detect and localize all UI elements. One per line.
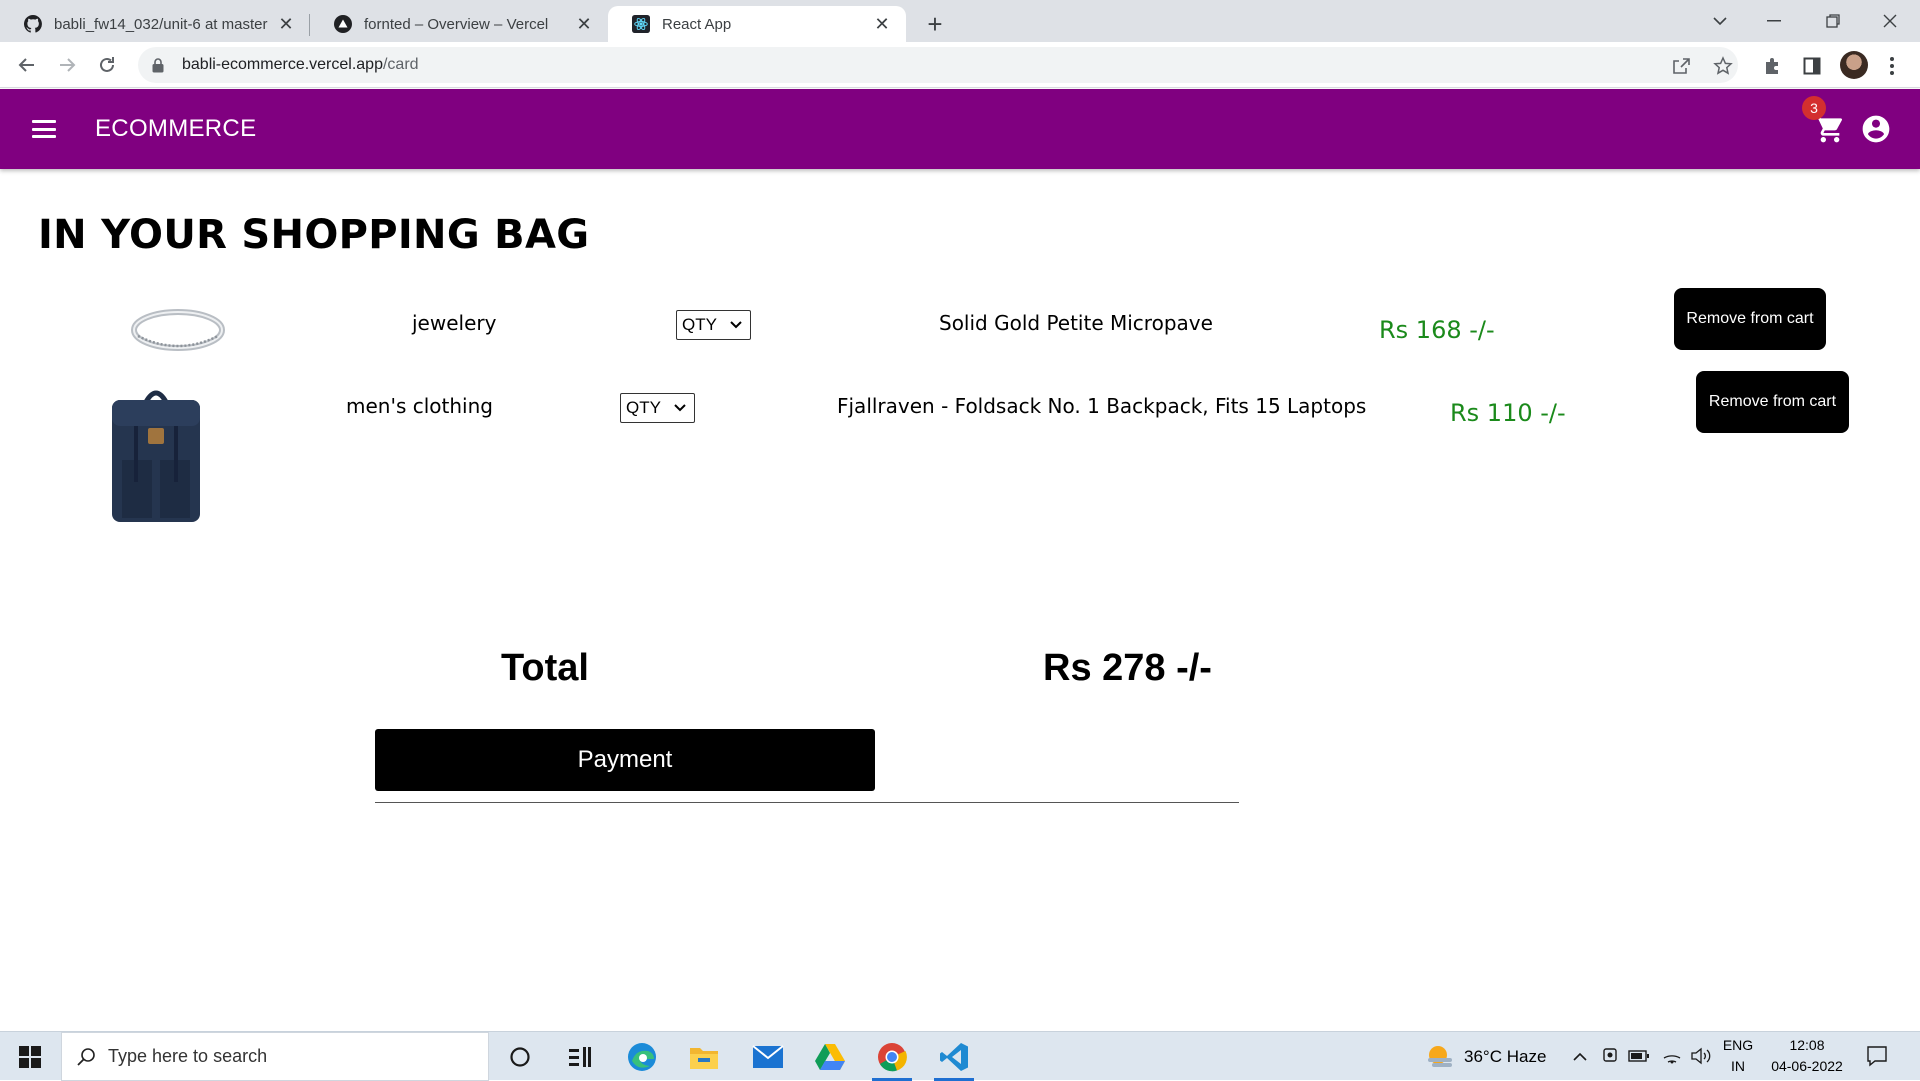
remove-from-cart-button[interactable]: Remove from cart xyxy=(1696,371,1849,433)
search-placeholder: Type here to search xyxy=(108,1046,268,1066)
close-icon[interactable]: ✕ xyxy=(872,14,892,34)
menu-icon[interactable] xyxy=(30,116,58,142)
taskbar-search-input[interactable]: Type here to search xyxy=(61,1032,489,1081)
item-name: Solid Gold Petite Micropave xyxy=(939,311,1213,335)
new-tab-button[interactable]: + xyxy=(920,9,950,39)
item-name: Fjallraven - Foldsack No. 1 Backpack, Fi… xyxy=(837,394,1367,418)
close-window-button[interactable] xyxy=(1862,0,1918,42)
total-value: Rs 278 -/- xyxy=(1043,647,1212,689)
brand-title: ECOMMERCE xyxy=(95,115,257,142)
page-title: IN YOUR SHOPPING BAG xyxy=(38,212,590,258)
qty-select[interactable]: QTY xyxy=(676,310,751,340)
back-button[interactable] xyxy=(12,50,42,80)
remove-from-cart-button[interactable]: Remove from cart xyxy=(1674,288,1826,350)
weather-icon[interactable] xyxy=(1426,1043,1454,1069)
clock-time[interactable]: 12:08 xyxy=(1766,1037,1848,1053)
notifications-icon[interactable] xyxy=(1866,1045,1890,1067)
address-bar[interactable]: babli-ecommerce.vercel.app/card xyxy=(138,47,1738,83)
browser-tab-strip: babli_fw14_032/unit-6 at master ✕ fornte… xyxy=(0,0,1920,42)
more-vert-icon[interactable] xyxy=(1880,54,1904,78)
qty-select-label: QTY xyxy=(682,315,717,334)
item-price: Rs 110 -/- xyxy=(1450,399,1566,427)
ring-image xyxy=(128,300,228,360)
profile-avatar[interactable] xyxy=(1840,51,1868,79)
forward-button[interactable] xyxy=(52,50,82,80)
file-explorer-icon[interactable] xyxy=(674,1032,734,1081)
cart-count-badge: 3 xyxy=(1802,96,1826,120)
github-icon xyxy=(24,15,42,33)
volume-icon[interactable] xyxy=(1690,1046,1712,1066)
item-category: jewelery xyxy=(412,311,497,335)
tab-title: React App xyxy=(662,15,732,33)
chrome-icon[interactable] xyxy=(862,1032,922,1081)
language-top[interactable]: ENG xyxy=(1722,1037,1754,1053)
reload-button[interactable] xyxy=(92,50,122,80)
close-icon[interactable]: ✕ xyxy=(574,14,594,34)
browser-toolbar: babli-ecommerce.vercel.app/card xyxy=(0,42,1920,88)
clock-date[interactable]: 04-06-2022 xyxy=(1766,1058,1848,1074)
chevron-down-icon xyxy=(730,321,742,329)
url-text: babli-ecommerce.vercel.app/card xyxy=(182,56,419,74)
vercel-icon xyxy=(334,15,352,33)
url-path: /card xyxy=(382,56,419,73)
side-panel-icon[interactable] xyxy=(1800,54,1824,78)
extensions-puzzle-icon[interactable] xyxy=(1760,54,1784,78)
backpack-image xyxy=(108,386,204,526)
bookmark-star-icon[interactable] xyxy=(1712,55,1734,77)
qty-select[interactable]: QTY xyxy=(620,393,695,423)
cortana-icon[interactable] xyxy=(490,1032,550,1081)
account-circle-icon[interactable] xyxy=(1860,113,1892,145)
tab-title: fornted – Overview – Vercel xyxy=(364,15,549,33)
qty-select-label: QTY xyxy=(626,398,661,417)
lock-icon xyxy=(152,57,168,73)
meet-now-icon[interactable] xyxy=(1602,1047,1618,1065)
weather-text[interactable]: 36°C Haze xyxy=(1464,1047,1546,1067)
edge-browser-icon[interactable] xyxy=(612,1032,672,1081)
taskbar: Type here to search 36°C Haze ENG IN 12:… xyxy=(0,1031,1920,1081)
payment-button[interactable]: Payment xyxy=(375,729,875,791)
chevron-down-icon xyxy=(674,404,686,412)
tab-github[interactable]: babli_fw14_032/unit-6 at master ✕ xyxy=(0,6,310,42)
chevron-up-icon[interactable] xyxy=(1572,1049,1588,1061)
tab-react-app[interactable]: React App ✕ xyxy=(608,6,906,42)
search-icon xyxy=(77,1047,95,1066)
app-header: ECOMMERCE xyxy=(0,89,1920,169)
minimize-button[interactable] xyxy=(1746,0,1802,42)
restore-button[interactable] xyxy=(1805,0,1861,42)
task-view-icon[interactable] xyxy=(550,1032,610,1081)
divider xyxy=(375,802,1239,803)
windows-start-icon[interactable] xyxy=(0,1032,60,1081)
language-bottom[interactable]: IN xyxy=(1722,1058,1754,1074)
react-icon xyxy=(632,15,650,33)
share-icon[interactable] xyxy=(1670,55,1692,77)
tab-search-chevron-icon[interactable] xyxy=(1692,0,1748,42)
mail-icon[interactable] xyxy=(738,1032,798,1081)
wifi-icon[interactable] xyxy=(1662,1046,1682,1066)
tab-vercel[interactable]: fornted – Overview – Vercel ✕ xyxy=(310,6,608,42)
item-price: Rs 168 -/- xyxy=(1379,316,1495,344)
google-drive-icon[interactable] xyxy=(800,1032,860,1081)
url-host: babli-ecommerce.vercel.app xyxy=(182,56,383,73)
tab-title: babli_fw14_032/unit-6 at master xyxy=(54,15,268,33)
item-category: men's clothing xyxy=(346,394,493,418)
total-label: Total xyxy=(501,647,589,689)
battery-icon[interactable] xyxy=(1628,1049,1650,1063)
vscode-icon[interactable] xyxy=(924,1032,984,1081)
close-icon[interactable]: ✕ xyxy=(276,14,296,34)
